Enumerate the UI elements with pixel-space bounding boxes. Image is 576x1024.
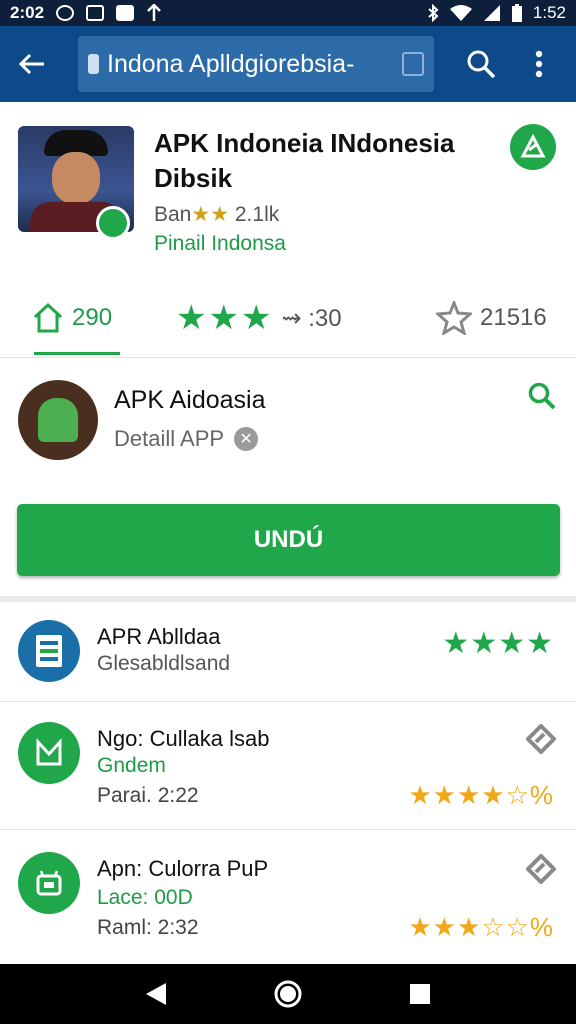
document-list-icon: [18, 620, 80, 682]
stat-shares[interactable]: 21516: [436, 292, 547, 344]
list-item-meta: Raml: 2:32: [97, 916, 199, 939]
list-item-stars: ★★★☆☆%: [408, 912, 554, 942]
list-item[interactable]: Ngo: Cullaka lsab Gndem Parai. 2:22 ★★★★…: [0, 702, 576, 830]
app-m-icon: [18, 722, 80, 784]
list-item-stars: ★★★★: [442, 627, 554, 660]
gallery-icon: [86, 5, 105, 21]
share-button[interactable]: [510, 124, 556, 170]
signal-icon: [483, 5, 500, 21]
nav-recents-button[interactable]: [400, 974, 440, 1014]
overflow-menu-button[interactable]: [516, 41, 562, 87]
list-item[interactable]: Apn: Culorra PuP Lace: 00D Raml: 2:32 ★★…: [0, 830, 576, 964]
lock-icon: [88, 54, 99, 74]
android-app-icon: [18, 852, 80, 914]
list-item-stars: ★★★★☆%: [408, 780, 554, 810]
download-button[interactable]: UNDÚ: [17, 504, 560, 576]
search-button[interactable]: [458, 41, 504, 87]
list-item-subtitle: Gndem: [97, 754, 166, 777]
tag-icon[interactable]: [524, 722, 558, 756]
battery-icon: [511, 4, 522, 22]
app-title: APK Indoneia INdonesia Dibsik: [154, 128, 455, 193]
list-item-meta: Parai. 2:22: [97, 784, 199, 807]
app-meta-stars: ★★: [191, 203, 230, 226]
nav-back-button[interactable]: [136, 974, 176, 1014]
status-time: 2:02: [10, 3, 45, 22]
list-item-subtitle: Lace: 00D: [97, 886, 193, 909]
url-text: Indona Aplldgiorebsia-: [107, 49, 355, 78]
nav-recents-icon: [410, 984, 430, 1004]
detail-subtitle: Detaill APP ✕: [114, 426, 259, 452]
nav-home-icon: [274, 980, 302, 1008]
app-bar: Indona Aplldgiorebsia-: [0, 26, 576, 102]
list-item[interactable]: APR Ablldaa Glesabldlsand ★★★★: [0, 602, 576, 702]
stat-shares-value: 21516: [480, 304, 547, 331]
tag-icon[interactable]: [524, 852, 558, 886]
list-item-title: Apn: Culorra PuP: [97, 856, 269, 881]
detail-title: APK Aidoasia: [114, 386, 266, 414]
search-icon: [467, 50, 496, 79]
whatsapp-icon: [56, 5, 75, 21]
more-vert-icon: [535, 50, 543, 78]
url-field[interactable]: Indona Aplldgiorebsia-: [78, 36, 434, 92]
status-bar: 2:02 1:52: [0, 0, 576, 26]
tab-indicator: [34, 352, 120, 355]
status-clock-right: 1:52: [532, 3, 566, 22]
back-button[interactable]: [12, 44, 52, 84]
stats-row: 290 ★★★ ⇝ :30 21516: [0, 292, 576, 358]
stat-installs-value: 290: [72, 304, 113, 331]
bluetooth-icon: [428, 4, 439, 22]
app-meta: Ban★★ 2.1lk: [154, 202, 279, 227]
star-outline-icon: [436, 301, 472, 335]
mail-icon: [116, 5, 135, 21]
back-arrow-icon: [18, 53, 44, 75]
stat-rating[interactable]: ★★★ ⇝ :30: [176, 292, 342, 344]
system-nav-bar: [0, 964, 576, 1024]
rating-count: ⇝ :30: [281, 304, 342, 332]
android-avatar: [18, 380, 98, 460]
search-icon: [528, 382, 556, 410]
app-meta-count: 2.1lk: [234, 203, 280, 226]
tab-switcher-icon[interactable]: [402, 52, 424, 76]
nav-back-icon: [146, 983, 166, 1005]
triangle-share-icon: [520, 134, 546, 158]
home-icon: [33, 302, 63, 333]
list-item-title: APR Ablldaa: [97, 624, 221, 649]
nav-home-button[interactable]: [268, 974, 308, 1014]
stat-installs[interactable]: 290: [32, 292, 112, 344]
app-developer[interactable]: Pinail Indonsa: [154, 232, 286, 256]
clear-icon[interactable]: ✕: [234, 427, 259, 451]
rating-stars: ★★★: [176, 299, 274, 337]
list-item-title: Ngo: Cullaka lsab: [97, 726, 270, 751]
detail-search-button[interactable]: [524, 378, 560, 414]
detail-subtitle-text: Detaill APP: [114, 426, 225, 451]
nav-arrow-icon: [147, 4, 161, 21]
list-item-subtitle: Glesabldlsand: [97, 652, 231, 675]
verified-badge-icon: [96, 206, 130, 240]
android-robot-icon: [38, 398, 78, 442]
app-header-card: APK Indoneia INdonesia Dibsik Ban★★ 2.1l…: [0, 102, 576, 358]
detail-card: APK Aidoasia Detaill APP ✕ UNDÚ: [0, 358, 576, 596]
wifi-icon: [449, 5, 472, 21]
app-meta-prefix: Ban: [154, 203, 192, 226]
